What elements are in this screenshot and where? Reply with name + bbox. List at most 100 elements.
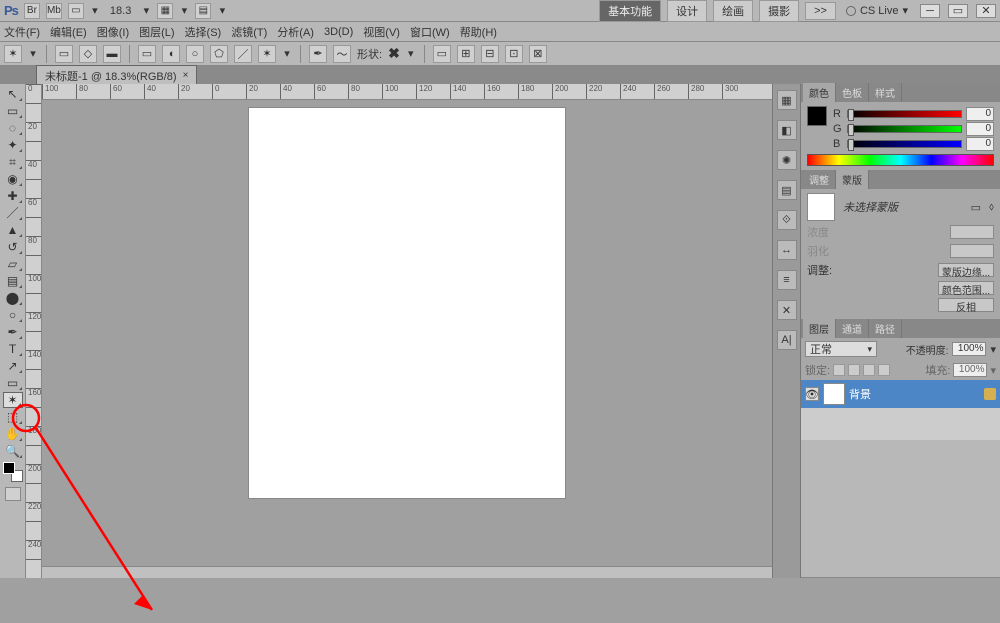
foreground-swatch[interactable] <box>807 106 827 126</box>
mini-bridge-icon[interactable]: Mb <box>46 3 62 19</box>
opacity-dd[interactable]: ▾ <box>990 343 996 356</box>
rrect-icon[interactable]: ◖ <box>162 45 180 63</box>
tool-zoom[interactable]: 🔍 <box>3 443 23 459</box>
visibility-icon[interactable]: 👁 <box>805 387 819 401</box>
arrange-dd[interactable]: ▾ <box>179 4 189 17</box>
cs-live[interactable]: CS Live▾ <box>842 4 912 17</box>
extras-dd[interactable]: ▾ <box>217 4 227 17</box>
pixel-mask-icon[interactable]: ▭ <box>971 201 981 214</box>
ellipse-icon[interactable]: ○ <box>186 45 204 63</box>
workspace-design[interactable]: 设计 <box>667 0 707 22</box>
menu-select[interactable]: 选择(S) <box>185 24 222 40</box>
tool-eraser[interactable]: ▱ <box>3 256 23 272</box>
tool-preset-dd[interactable]: ▾ <box>28 47 38 60</box>
lock-position-icon[interactable] <box>863 364 875 376</box>
opacity-value[interactable]: 100% <box>952 342 986 356</box>
dock-icon-4[interactable]: ⟐ <box>777 210 797 230</box>
layer-thumbnail[interactable] <box>823 383 845 405</box>
color-spectrum[interactable] <box>807 154 994 166</box>
workspace-essentials[interactable]: 基本功能 <box>599 0 661 22</box>
tool-move[interactable]: ↖ <box>3 86 23 102</box>
workspace-more[interactable]: >> <box>805 2 836 20</box>
blend-mode-select[interactable]: 正常▾ <box>805 341 877 357</box>
lock-all-icon[interactable] <box>878 364 890 376</box>
mask-edge-button[interactable]: 蒙版边缘... <box>938 263 994 277</box>
tab-layers[interactable]: 图层 <box>803 319 836 338</box>
lock-pixel-icon[interactable] <box>848 364 860 376</box>
tab-mask[interactable]: 蒙版 <box>836 170 869 189</box>
menu-file[interactable]: 文件(F) <box>4 24 40 40</box>
menu-3d[interactable]: 3D(D) <box>324 26 353 38</box>
pen-opt-icon[interactable]: ✒ <box>309 45 327 63</box>
menu-view[interactable]: 视图(V) <box>363 24 400 40</box>
menu-help[interactable]: 帮助(H) <box>460 24 497 40</box>
tool-hand[interactable]: ✋ <box>3 426 23 442</box>
tool-3d[interactable]: ⬚ <box>3 409 23 425</box>
tool-stamp[interactable]: ▲ <box>3 222 23 238</box>
color-range-button[interactable]: 颜色范围... <box>938 281 994 295</box>
combine-int-icon[interactable]: ⊡ <box>505 45 523 63</box>
b-value[interactable]: 0 <box>966 137 994 151</box>
tab-adjustments[interactable]: 调整 <box>803 170 836 189</box>
tool-marquee[interactable]: ▭ <box>3 103 23 119</box>
fill-mode-icon[interactable]: ▬ <box>103 45 121 63</box>
workspace-paint[interactable]: 绘画 <box>713 0 753 22</box>
extras-icon[interactable]: ▤ <box>195 3 211 19</box>
tool-eyedropper[interactable]: ◉ <box>3 171 23 187</box>
layer-name[interactable]: 背景 <box>849 386 871 402</box>
restore-button[interactable]: ▭ <box>948 4 968 18</box>
freeform-pen-icon[interactable]: 〜 <box>333 45 351 63</box>
shape-opt-dd[interactable]: ▾ <box>282 47 292 60</box>
layer-mode-icon[interactable]: ▭ <box>55 45 73 63</box>
bridge-icon[interactable]: Br <box>24 3 40 19</box>
rect-icon[interactable]: ▭ <box>138 45 156 63</box>
g-slider[interactable] <box>847 125 962 133</box>
dock-icon-6[interactable]: ≡ <box>777 270 797 290</box>
menu-edit[interactable]: 编辑(E) <box>50 24 87 40</box>
menu-filter[interactable]: 滤镜(T) <box>231 24 267 40</box>
scrollbar-h[interactable] <box>42 566 772 578</box>
tool-custom-shape[interactable]: ✶ <box>3 392 23 408</box>
workspace-photo[interactable]: 摄影 <box>759 0 799 22</box>
shape-pick-dd[interactable]: ▾ <box>406 47 416 60</box>
arrange-icon[interactable]: ▦ <box>157 3 173 19</box>
close-button[interactable]: ✕ <box>976 4 996 18</box>
combine-sub-icon[interactable]: ⊟ <box>481 45 499 63</box>
color-picker[interactable] <box>3 462 23 482</box>
tool-healing[interactable]: ✚ <box>3 188 23 204</box>
tool-history-brush[interactable]: ↺ <box>3 239 23 255</box>
tool-gradient[interactable]: ▤ <box>3 273 23 289</box>
zoom-dd[interactable]: ▾ <box>141 4 151 17</box>
tool-path-select[interactable]: ↗ <box>3 358 23 374</box>
tool-pen[interactable]: ✒ <box>3 324 23 340</box>
quickmask-icon[interactable] <box>5 487 21 501</box>
vector-mask-icon[interactable]: ⬨ <box>989 201 994 214</box>
document-close-icon[interactable]: × <box>183 70 189 81</box>
combine-add-icon[interactable]: ⊞ <box>457 45 475 63</box>
custom-shape-icon[interactable]: ✶ <box>258 45 276 63</box>
r-slider[interactable] <box>847 110 962 118</box>
tool-shape[interactable]: ▭ <box>3 375 23 391</box>
menu-image[interactable]: 图像(I) <box>97 24 129 40</box>
menu-analysis[interactable]: 分析(A) <box>277 24 314 40</box>
canvas-area[interactable] <box>42 100 772 566</box>
dock-icon-3[interactable]: ▤ <box>777 180 797 200</box>
screen-mode-dd[interactable]: ▾ <box>90 4 100 17</box>
canvas[interactable] <box>249 108 565 498</box>
screen-mode-icon[interactable]: ▭ <box>68 3 84 19</box>
tool-crop[interactable]: ⌗ <box>3 154 23 170</box>
tool-type[interactable]: T <box>3 341 23 357</box>
minimize-button[interactable]: ─ <box>920 4 940 18</box>
lock-trans-icon[interactable] <box>833 364 845 376</box>
fill-value[interactable]: 100% <box>953 363 987 377</box>
g-value[interactable]: 0 <box>966 122 994 136</box>
document-tab[interactable]: 未标题-1 @ 18.3%(RGB/8) × <box>36 65 197 86</box>
tab-channels[interactable]: 通道 <box>836 319 869 338</box>
tab-paths[interactable]: 路径 <box>869 319 902 338</box>
fill-dd[interactable]: ▾ <box>990 364 996 377</box>
polygon-icon[interactable]: ⬠ <box>210 45 228 63</box>
dock-icon-8[interactable]: A| <box>777 330 797 350</box>
dock-icon-1[interactable]: ◧ <box>777 120 797 140</box>
tool-brush[interactable]: ／ <box>3 205 23 221</box>
zoom-value[interactable]: 18.3 <box>106 5 135 17</box>
